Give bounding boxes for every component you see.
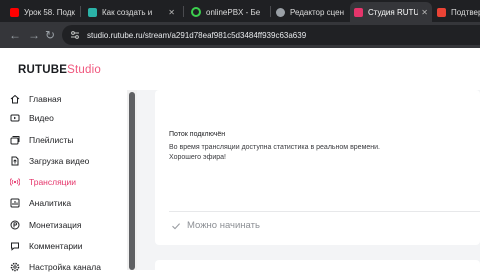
- site-icon: [88, 7, 97, 17]
- home-icon: [10, 94, 20, 104]
- sidebar-item-label: Аналитика: [29, 198, 72, 208]
- tab-title: Урок 58. Подк: [24, 7, 75, 17]
- tab-5-active[interactable]: Студия RUTUBE ✕: [350, 2, 432, 22]
- sidebar-item-playlists[interactable]: Плейлисты: [10, 132, 74, 148]
- tab-3[interactable]: onlinePBX - Бе: [187, 2, 269, 22]
- stream-status-title: Поток подключён: [169, 131, 226, 138]
- tab-1[interactable]: Урок 58. Подк: [6, 2, 76, 22]
- settings-icon: [10, 262, 20, 272]
- sidebar: Главная Видео Плейлисты Загрузка видео Т…: [0, 90, 127, 272]
- url-text: studio.rutube.ru/stream/a291d78eaf981c5d…: [87, 30, 307, 40]
- browser-toolbar: ← → ↻ studio.rutube.ru/stream/a291d78eaf…: [0, 22, 480, 48]
- site-info-icon[interactable]: [70, 30, 80, 40]
- video-icon: [10, 114, 20, 122]
- next-section-card: [155, 260, 480, 270]
- sidebar-item-label: Плейлисты: [29, 135, 74, 145]
- back-icon[interactable]: ←: [9, 27, 21, 43]
- ready-label: Можно начинать: [187, 220, 260, 231]
- gmail-icon: [437, 7, 446, 17]
- sidebar-item-monetization[interactable]: Монетизация: [10, 217, 82, 233]
- sidebar-item-upload[interactable]: Загрузка видео: [10, 153, 89, 169]
- forward-icon[interactable]: →: [28, 27, 40, 43]
- tab-title: Как создать и: [102, 7, 153, 17]
- stream-status-card: Поток подключён Во время трансляции дост…: [155, 90, 480, 245]
- analytics-icon: [10, 198, 20, 208]
- page-content: RUTUBEStudio Главная Видео Плейлисты Заг…: [0, 48, 480, 272]
- tab-title: Студия RUTUBE: [368, 7, 419, 17]
- address-bar[interactable]: studio.rutube.ru/stream/a291d78eaf981c5d…: [62, 25, 480, 45]
- monetization-icon: [10, 220, 20, 230]
- sidebar-item-label: Настройка канала: [29, 262, 101, 272]
- sidebar-scrollbar-thumb[interactable]: [129, 92, 135, 270]
- stream-status-description: Во время трансляции доступна статистика …: [169, 143, 380, 163]
- rutube-studio-logo[interactable]: RUTUBEStudio: [18, 64, 101, 76]
- sidebar-item-label: Главная: [29, 94, 62, 104]
- sidebar-item-label: Видео: [29, 113, 54, 123]
- tab-2[interactable]: Как создать и ✕: [84, 2, 179, 22]
- close-icon[interactable]: ✕: [168, 8, 179, 17]
- sidebar-item-comments[interactable]: Комментарии: [10, 238, 83, 254]
- reload-icon[interactable]: ↻: [45, 27, 55, 43]
- broadcast-icon: [10, 178, 20, 186]
- globe-icon: [276, 7, 285, 17]
- status-desc-line-1: Во время трансляции доступна статистика …: [169, 144, 380, 151]
- tab-6[interactable]: Подтвержд: [433, 2, 480, 22]
- tab-4[interactable]: Редактор сцен: [272, 2, 352, 22]
- sidebar-item-video[interactable]: Видео: [10, 110, 54, 126]
- youtube-icon: [10, 7, 19, 17]
- ready-to-start-status: Можно начинать: [171, 220, 260, 231]
- sidebar-item-analytics[interactable]: Аналитика: [10, 195, 71, 211]
- onlinepbx-icon: [191, 7, 201, 17]
- sidebar-item-label: Монетизация: [29, 220, 82, 230]
- logo-main: RUTUBE: [18, 64, 68, 76]
- logo-studio: Studio: [67, 64, 101, 76]
- comments-icon: [11, 242, 19, 251]
- check-icon: [172, 222, 181, 229]
- status-desc-line-2: Хорошего эфира!: [169, 154, 226, 161]
- divider: [169, 211, 480, 212]
- tab-title: Редактор сцен: [290, 7, 345, 17]
- studio-header: RUTUBEStudio: [0, 48, 480, 90]
- sidebar-item-channel-settings[interactable]: Настройка канала: [10, 259, 101, 275]
- tab-title: Подтвержд: [451, 7, 480, 17]
- browser-tab-strip: Урок 58. Подк Как создать и ✕ onlinePBX …: [0, 0, 480, 22]
- sidebar-item-home[interactable]: Главная: [10, 91, 61, 107]
- sidebar-item-broadcasts[interactable]: Трансляции: [10, 174, 76, 190]
- rutube-studio-icon: [354, 7, 363, 17]
- sidebar-item-label: Трансляции: [29, 177, 77, 187]
- sidebar-item-label: Загрузка видео: [29, 156, 90, 166]
- upload-icon: [11, 156, 19, 166]
- playlist-icon: [10, 136, 20, 145]
- sidebar-item-label: Комментарии: [29, 241, 83, 251]
- close-icon[interactable]: ✕: [421, 8, 432, 17]
- tab-title: onlinePBX - Бе: [206, 7, 261, 17]
